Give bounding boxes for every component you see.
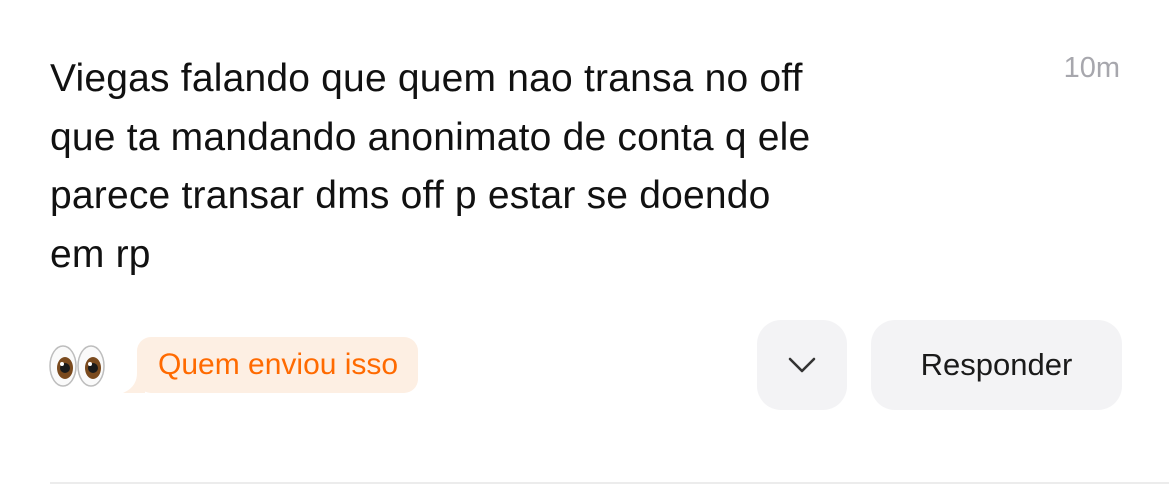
timestamp: 10m — [1063, 52, 1120, 84]
message-line: em rp — [50, 232, 151, 276]
who-sent-label: Quem enviou isso — [158, 348, 399, 381]
reply-button[interactable]: Responder — [871, 320, 1122, 410]
bubble-tail-icon — [123, 373, 145, 393]
more-options-button[interactable] — [757, 320, 847, 410]
reply-label: Responder — [920, 347, 1073, 382]
message-line: que ta mandando anonimato de conta q ele — [50, 115, 811, 159]
message-line: parece transar dms off p estar se doendo — [50, 174, 771, 217]
divider — [50, 482, 1169, 484]
chevron-down-icon — [788, 357, 816, 373]
message-card: Viegas falando que quem nao transa no of… — [0, 0, 1169, 504]
eyes-emoji-icon — [48, 344, 106, 388]
message-line: Viegas falando que quem nao transa no of… — [50, 57, 803, 100]
who-sent-button[interactable]: Quem enviou isso — [123, 337, 419, 393]
message-text: Viegas falando que quem nao transa no of… — [50, 50, 990, 284]
